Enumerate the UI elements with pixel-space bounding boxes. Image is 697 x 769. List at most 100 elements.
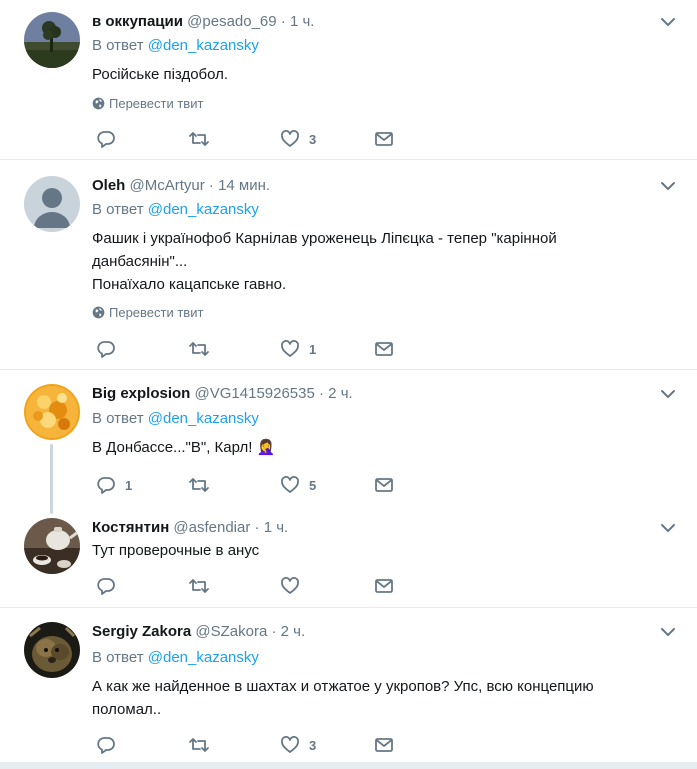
user-handle[interactable]: @McArtyur: [130, 177, 205, 194]
retweet-button[interactable]: [188, 474, 219, 496]
timestamp[interactable]: · 2 ч.: [319, 385, 353, 402]
avatar[interactable]: [24, 622, 80, 678]
like-button[interactable]: 3: [280, 734, 316, 756]
chevron-down-icon[interactable]: [658, 518, 678, 538]
teapot-avatar-icon: [24, 518, 80, 574]
tweet-actions: [92, 575, 412, 597]
direct-message-button[interactable]: [374, 474, 394, 496]
like-button[interactable]: 3: [280, 128, 316, 150]
chevron-down-icon[interactable]: [658, 176, 678, 196]
heart-icon: [281, 476, 299, 493]
default-avatar-icon: [24, 176, 80, 232]
tweet-text: Російське піздобол.: [92, 66, 229, 83]
display-name[interactable]: Костянтин: [92, 519, 169, 536]
envelope-icon: [375, 342, 393, 356]
tweet-header: Костянтин @asfendiar · 1 ч.: [92, 518, 288, 538]
retweet-button[interactable]: [188, 128, 219, 150]
heart-icon: [281, 340, 299, 357]
direct-message-button[interactable]: [374, 575, 394, 597]
mention-link[interactable]: @den_kazansky: [148, 37, 259, 54]
user-handle[interactable]: @SZakora: [195, 623, 267, 640]
envelope-icon: [375, 478, 393, 492]
reply-icon: [97, 131, 115, 148]
display-name[interactable]: в оккупации: [92, 13, 183, 30]
mention-link[interactable]: @den_kazansky: [148, 201, 259, 218]
divider: [0, 159, 697, 160]
heart-icon: [281, 130, 299, 147]
retweet-button[interactable]: [188, 734, 219, 756]
tweet-actions: 1: [92, 338, 412, 360]
like-button[interactable]: 1: [280, 338, 316, 360]
timestamp[interactable]: · 2 ч.: [271, 623, 305, 640]
tweet-text: Фашик і українофоб Карнілав уроженець Лі…: [92, 230, 557, 293]
heart-icon: [281, 577, 299, 594]
envelope-icon: [375, 132, 393, 146]
reply-icon: [97, 737, 115, 754]
reply-context: В ответ @den_kazansky: [92, 37, 259, 54]
tweet-text: Тут проверочные в анус: [92, 542, 260, 559]
thread-connector: [50, 444, 53, 514]
heart-icon: [281, 736, 299, 753]
retweet-icon: [189, 478, 209, 492]
tweet-header: Oleh @McArtyur · 14 мин.: [92, 176, 270, 196]
direct-message-button[interactable]: [374, 734, 394, 756]
user-handle[interactable]: @VG1415926535: [195, 385, 315, 402]
globe-icon: [92, 306, 105, 319]
direct-message-button[interactable]: [374, 128, 394, 150]
reply-context: В ответ @den_kazansky: [92, 410, 259, 427]
avatar[interactable]: [24, 12, 80, 68]
divider: [0, 369, 697, 370]
reply-button[interactable]: 1: [96, 474, 132, 496]
timestamp[interactable]: · 14 мин.: [209, 177, 270, 194]
reply-context: В ответ @den_kazansky: [92, 649, 259, 666]
direct-message-button[interactable]: [374, 338, 394, 360]
tweet-header: Sergiy Zakora @SZakora · 2 ч.: [92, 622, 305, 642]
envelope-icon: [375, 579, 393, 593]
display-name[interactable]: Sergiy Zakora: [92, 623, 191, 640]
envelope-icon: [375, 738, 393, 752]
retweet-icon: [189, 132, 209, 146]
like-button[interactable]: 5: [280, 474, 316, 496]
tweet-text: А как же найденное в шахтах и отжатое у …: [92, 678, 594, 718]
explosion-avatar-icon: [24, 384, 80, 440]
reply-context: В ответ @den_kazansky: [92, 201, 259, 218]
tweet-header: в оккупации @pesado_69 · 1 ч.: [92, 12, 314, 32]
timeline-bottom-divider: [0, 762, 697, 769]
reply-button[interactable]: [96, 128, 125, 150]
user-handle[interactable]: @pesado_69: [187, 13, 276, 30]
tree-avatar-icon: [24, 12, 80, 68]
retweet-button[interactable]: [188, 575, 219, 597]
chevron-down-icon[interactable]: [658, 622, 678, 642]
like-button[interactable]: [280, 575, 309, 597]
mention-link[interactable]: @den_kazansky: [148, 410, 259, 427]
reply-icon: [97, 477, 115, 494]
user-handle[interactable]: @asfendiar: [173, 519, 250, 536]
avatar[interactable]: [24, 384, 80, 440]
chevron-down-icon[interactable]: [658, 384, 678, 404]
reply-icon: [97, 341, 115, 358]
tweet-actions: 3: [92, 734, 412, 756]
translate-link[interactable]: Перевести твит: [92, 305, 203, 321]
timestamp[interactable]: · 1 ч.: [281, 13, 315, 30]
tweet-actions: 1 5: [92, 474, 412, 496]
reply-icon: [97, 578, 115, 595]
mention-link[interactable]: @den_kazansky: [148, 649, 259, 666]
chevron-down-icon[interactable]: [658, 12, 678, 32]
globe-icon: [92, 97, 105, 110]
timestamp[interactable]: · 1 ч.: [255, 519, 289, 536]
reply-button[interactable]: [96, 734, 125, 756]
display-name[interactable]: Big explosion: [92, 385, 190, 402]
retweet-icon: [189, 579, 209, 593]
display-name[interactable]: Oleh: [92, 177, 125, 194]
tweet-text: В Донбассе..."В", Карл! 🤦‍♀️: [92, 439, 276, 456]
dog-avatar-icon: [24, 622, 80, 678]
retweet-button[interactable]: [188, 338, 219, 360]
divider: [0, 607, 697, 608]
avatar[interactable]: [24, 176, 80, 232]
translate-link[interactable]: Перевести твит: [92, 96, 203, 112]
reply-button[interactable]: [96, 338, 125, 360]
retweet-icon: [189, 738, 209, 752]
tweet-header: Big explosion @VG1415926535 · 2 ч.: [92, 384, 353, 404]
avatar[interactable]: [24, 518, 80, 574]
reply-button[interactable]: [96, 575, 125, 597]
